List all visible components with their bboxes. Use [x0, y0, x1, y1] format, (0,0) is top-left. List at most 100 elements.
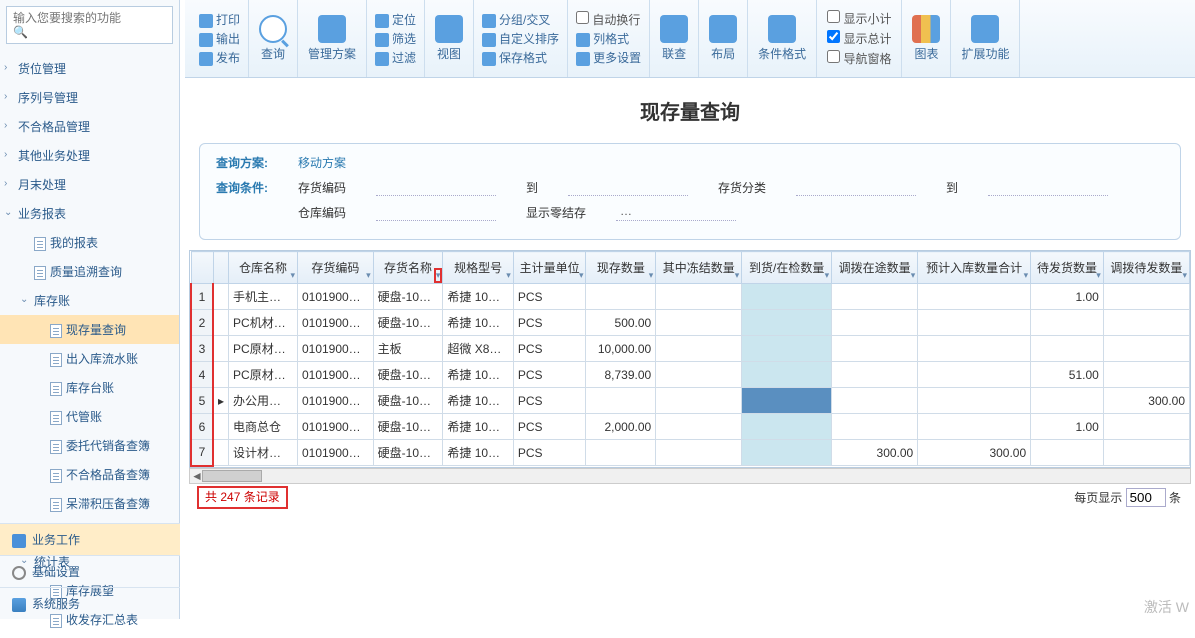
- navpane-check[interactable]: 导航窗格: [827, 50, 891, 67]
- nav-item[interactable]: 质量追溯查询: [0, 257, 179, 286]
- col-header[interactable]: 现存数量▾: [586, 252, 656, 284]
- table-row[interactable]: 2PC机材…0101900…硬盘-10…希捷 10…PCS500.00: [191, 310, 1190, 336]
- nav-item[interactable]: 现存量查询: [0, 315, 179, 344]
- stock-cat-from[interactable]: [796, 179, 916, 196]
- per-page-input[interactable]: [1126, 488, 1166, 507]
- base-settings-button[interactable]: 基础设置: [0, 555, 180, 587]
- filter-button[interactable]: 筛选: [375, 30, 416, 47]
- savefmt-button[interactable]: 保存格式: [482, 49, 559, 66]
- stock-code-to[interactable]: [568, 179, 688, 196]
- nav-item[interactable]: ›不合格品管理: [0, 112, 179, 141]
- view-button[interactable]: 视图: [425, 0, 474, 77]
- nav-item[interactable]: ›货位管理: [0, 54, 179, 83]
- nav-item[interactable]: 出入库流水账: [0, 344, 179, 373]
- col-header[interactable]: 调拨在途数量▾: [832, 252, 918, 284]
- cond-button[interactable]: 条件格式: [748, 0, 817, 77]
- col-header[interactable]: 到货/在检数量▾: [742, 252, 832, 284]
- group-icon: [482, 14, 496, 28]
- plan-value[interactable]: 移动方案: [298, 154, 346, 171]
- search-icon[interactable]: 🔍: [13, 25, 28, 39]
- table-row[interactable]: 3PC原材…0101900…主板超微 X8…PCS10,000.00: [191, 336, 1190, 362]
- data-grid[interactable]: 仓库名称▾存货编码▾存货名称▾规格型号▾主计量单位▾现存数量▾其中冻结数量▾到货…: [189, 250, 1191, 468]
- nav-item[interactable]: 呆滞积压备查簿: [0, 489, 179, 518]
- h-scrollbar[interactable]: ◄: [189, 468, 1191, 484]
- filter-icon[interactable]: ▾: [1024, 270, 1029, 281]
- col-header[interactable]: 仓库名称▾: [229, 252, 298, 284]
- col-header[interactable]: 其中冻结数量▾: [656, 252, 742, 284]
- col-header[interactable]: 存货编码▾: [297, 252, 373, 284]
- cond-icon: [768, 15, 796, 43]
- gear-icon: [576, 52, 590, 66]
- nav-item[interactable]: 委托代销备查簿: [0, 431, 179, 460]
- colfmt-button[interactable]: 列格式: [576, 30, 641, 47]
- sort-button[interactable]: 自定义排序: [482, 30, 559, 47]
- show-zero-label: 显示零结存: [526, 204, 586, 221]
- nav-item[interactable]: ›序列号管理: [0, 83, 179, 112]
- nav-item[interactable]: 不合格品备查簿: [0, 460, 179, 489]
- ribbon-filter-group: 定位 筛选 过滤: [367, 0, 425, 77]
- filter-icon[interactable]: ▾: [911, 270, 916, 281]
- wh-code[interactable]: [376, 204, 496, 221]
- link-button[interactable]: 联查: [650, 0, 699, 77]
- filter-icon[interactable]: ▾: [735, 270, 740, 281]
- plan-button[interactable]: 管理方案: [298, 0, 367, 77]
- stock-cat-label: 存货分类: [718, 179, 766, 196]
- nav-item[interactable]: ⌄库存账: [0, 286, 179, 315]
- nav-item[interactable]: 我的报表: [0, 228, 179, 257]
- table-row[interactable]: 6电商总仓0101900…硬盘-10…希捷 10…PCS2,000.001.00: [191, 414, 1190, 440]
- nav-item[interactable]: ›其他业务处理: [0, 141, 179, 170]
- filter-icon[interactable]: ▾: [506, 270, 511, 281]
- filter-icon[interactable]: ▾: [1182, 270, 1187, 281]
- nav-item[interactable]: 库存台账: [0, 373, 179, 402]
- col-header[interactable]: 规格型号▾: [443, 252, 513, 284]
- nav-item[interactable]: 代管账: [0, 402, 179, 431]
- funnel2-icon: [375, 52, 389, 66]
- publish-button[interactable]: 发布: [199, 49, 240, 66]
- total-check[interactable]: 显示总计: [827, 30, 891, 47]
- ext-button[interactable]: 扩展功能: [951, 0, 1020, 77]
- col-header[interactable]: 主计量单位▾: [513, 252, 586, 284]
- filter-icon[interactable]: ▾: [436, 270, 441, 281]
- table-row[interactable]: 1手机主…0101900…硬盘-10…希捷 10…PCS1.00: [191, 284, 1190, 310]
- nav-item[interactable]: ⌄业务报表: [0, 199, 179, 228]
- bottom-actions: 业务工作 基础设置 系统服务: [0, 523, 180, 619]
- col-header[interactable]: 预计入库数量合计▾: [918, 252, 1031, 284]
- col-header[interactable]: 调拨待发数量▾: [1103, 252, 1189, 284]
- biz-work-button[interactable]: 业务工作: [0, 523, 180, 555]
- colfmt-icon: [576, 33, 590, 47]
- chart-button[interactable]: 图表: [902, 0, 951, 77]
- group-button[interactable]: 分组/交叉: [482, 11, 559, 28]
- filter-icon[interactable]: ▾: [290, 270, 295, 281]
- col-header[interactable]: 待发货数量▾: [1031, 252, 1104, 284]
- table-row[interactable]: 4PC原材…0101900…硬盘-10…希捷 10…PCS8,739.0051.…: [191, 362, 1190, 388]
- query-button[interactable]: 查询: [249, 0, 298, 77]
- table-row[interactable]: 5▸办公用…0101900…硬盘-10…希捷 10…PCS300.00: [191, 388, 1190, 414]
- filter-icon[interactable]: ▾: [579, 270, 584, 281]
- nav-item[interactable]: ›月末处理: [0, 170, 179, 199]
- doc-icon: [34, 266, 46, 280]
- print-button[interactable]: 打印: [199, 11, 240, 28]
- doc-icon: [50, 411, 62, 425]
- filter-icon[interactable]: ▾: [649, 270, 654, 281]
- filter-icon[interactable]: ▾: [366, 270, 371, 281]
- search-input[interactable]: [13, 11, 153, 25]
- more-button[interactable]: 更多设置: [576, 49, 641, 66]
- export-button[interactable]: 输出: [199, 30, 240, 47]
- biz-icon: [12, 534, 26, 548]
- table-row[interactable]: 7设计材…0101900…硬盘-10…希捷 10…PCS300.00300.00: [191, 440, 1190, 466]
- sys-service-button[interactable]: 系统服务: [0, 587, 180, 619]
- scroll-thumb[interactable]: [202, 470, 262, 482]
- filter-icon[interactable]: ▾: [1096, 270, 1101, 281]
- search-box[interactable]: 🔍: [6, 6, 173, 44]
- wrap-check[interactable]: 自动换行: [576, 11, 641, 28]
- col-header[interactable]: 存货名称▾: [373, 252, 443, 284]
- filter-icon[interactable]: ▾: [825, 270, 830, 281]
- locate-button[interactable]: 定位: [375, 11, 416, 28]
- subtotal-check[interactable]: 显示小计: [827, 10, 891, 27]
- ribbon-format-group2: 自动换行 列格式 更多设置: [568, 0, 650, 77]
- show-zero[interactable]: …: [616, 204, 736, 221]
- stock-cat-to[interactable]: [988, 179, 1108, 196]
- stock-code-from[interactable]: [376, 179, 496, 196]
- layout-button[interactable]: 布局: [699, 0, 748, 77]
- filter2-button[interactable]: 过滤: [375, 49, 416, 66]
